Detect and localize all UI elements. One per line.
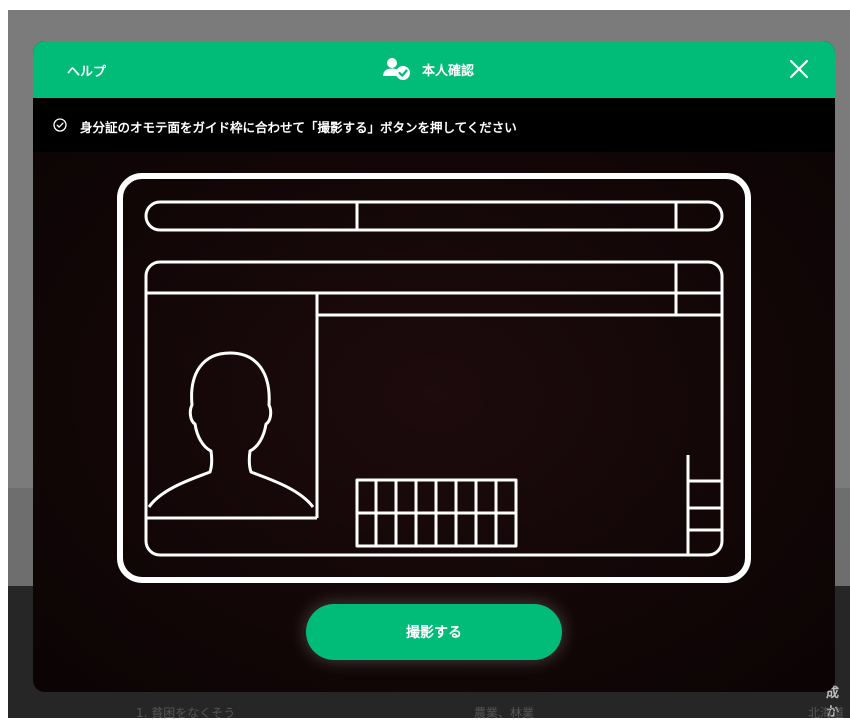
id-card-guide-frame [117, 173, 751, 583]
instruction-bar: 身分証のオモテ面をガイド枠に合わせて「撮影する」ボタンを押してください [33, 98, 835, 152]
background-item: 北海道 [808, 706, 845, 720]
portrait-silhouette-icon [147, 351, 315, 508]
background-item: 農業、林業 [474, 706, 535, 720]
background-item: 1. 貧困をなくそう [136, 706, 236, 720]
help-link[interactable]: ヘルプ [67, 61, 106, 80]
name-field-guide [144, 200, 724, 232]
close-icon [789, 59, 809, 79]
modal-title-group: 本人確認 [382, 55, 474, 83]
identity-verification-modal: ヘルプ 本人確認 身分証のオモテ面をガイド枠に合わせて「撮影する」ボタンを押して… [33, 41, 835, 692]
card-body-guide [144, 260, 724, 557]
close-button[interactable] [787, 57, 811, 81]
check-circle-icon [53, 118, 67, 132]
capture-button[interactable]: 撮影する [306, 604, 562, 660]
instruction-text: 身分証のオモテ面をガイド枠に合わせて「撮影する」ボタンを押してください [80, 120, 517, 135]
modal-title: 本人確認 [422, 63, 475, 79]
user-check-icon [383, 58, 410, 80]
modal-header: ヘルプ 本人確認 [33, 41, 835, 98]
